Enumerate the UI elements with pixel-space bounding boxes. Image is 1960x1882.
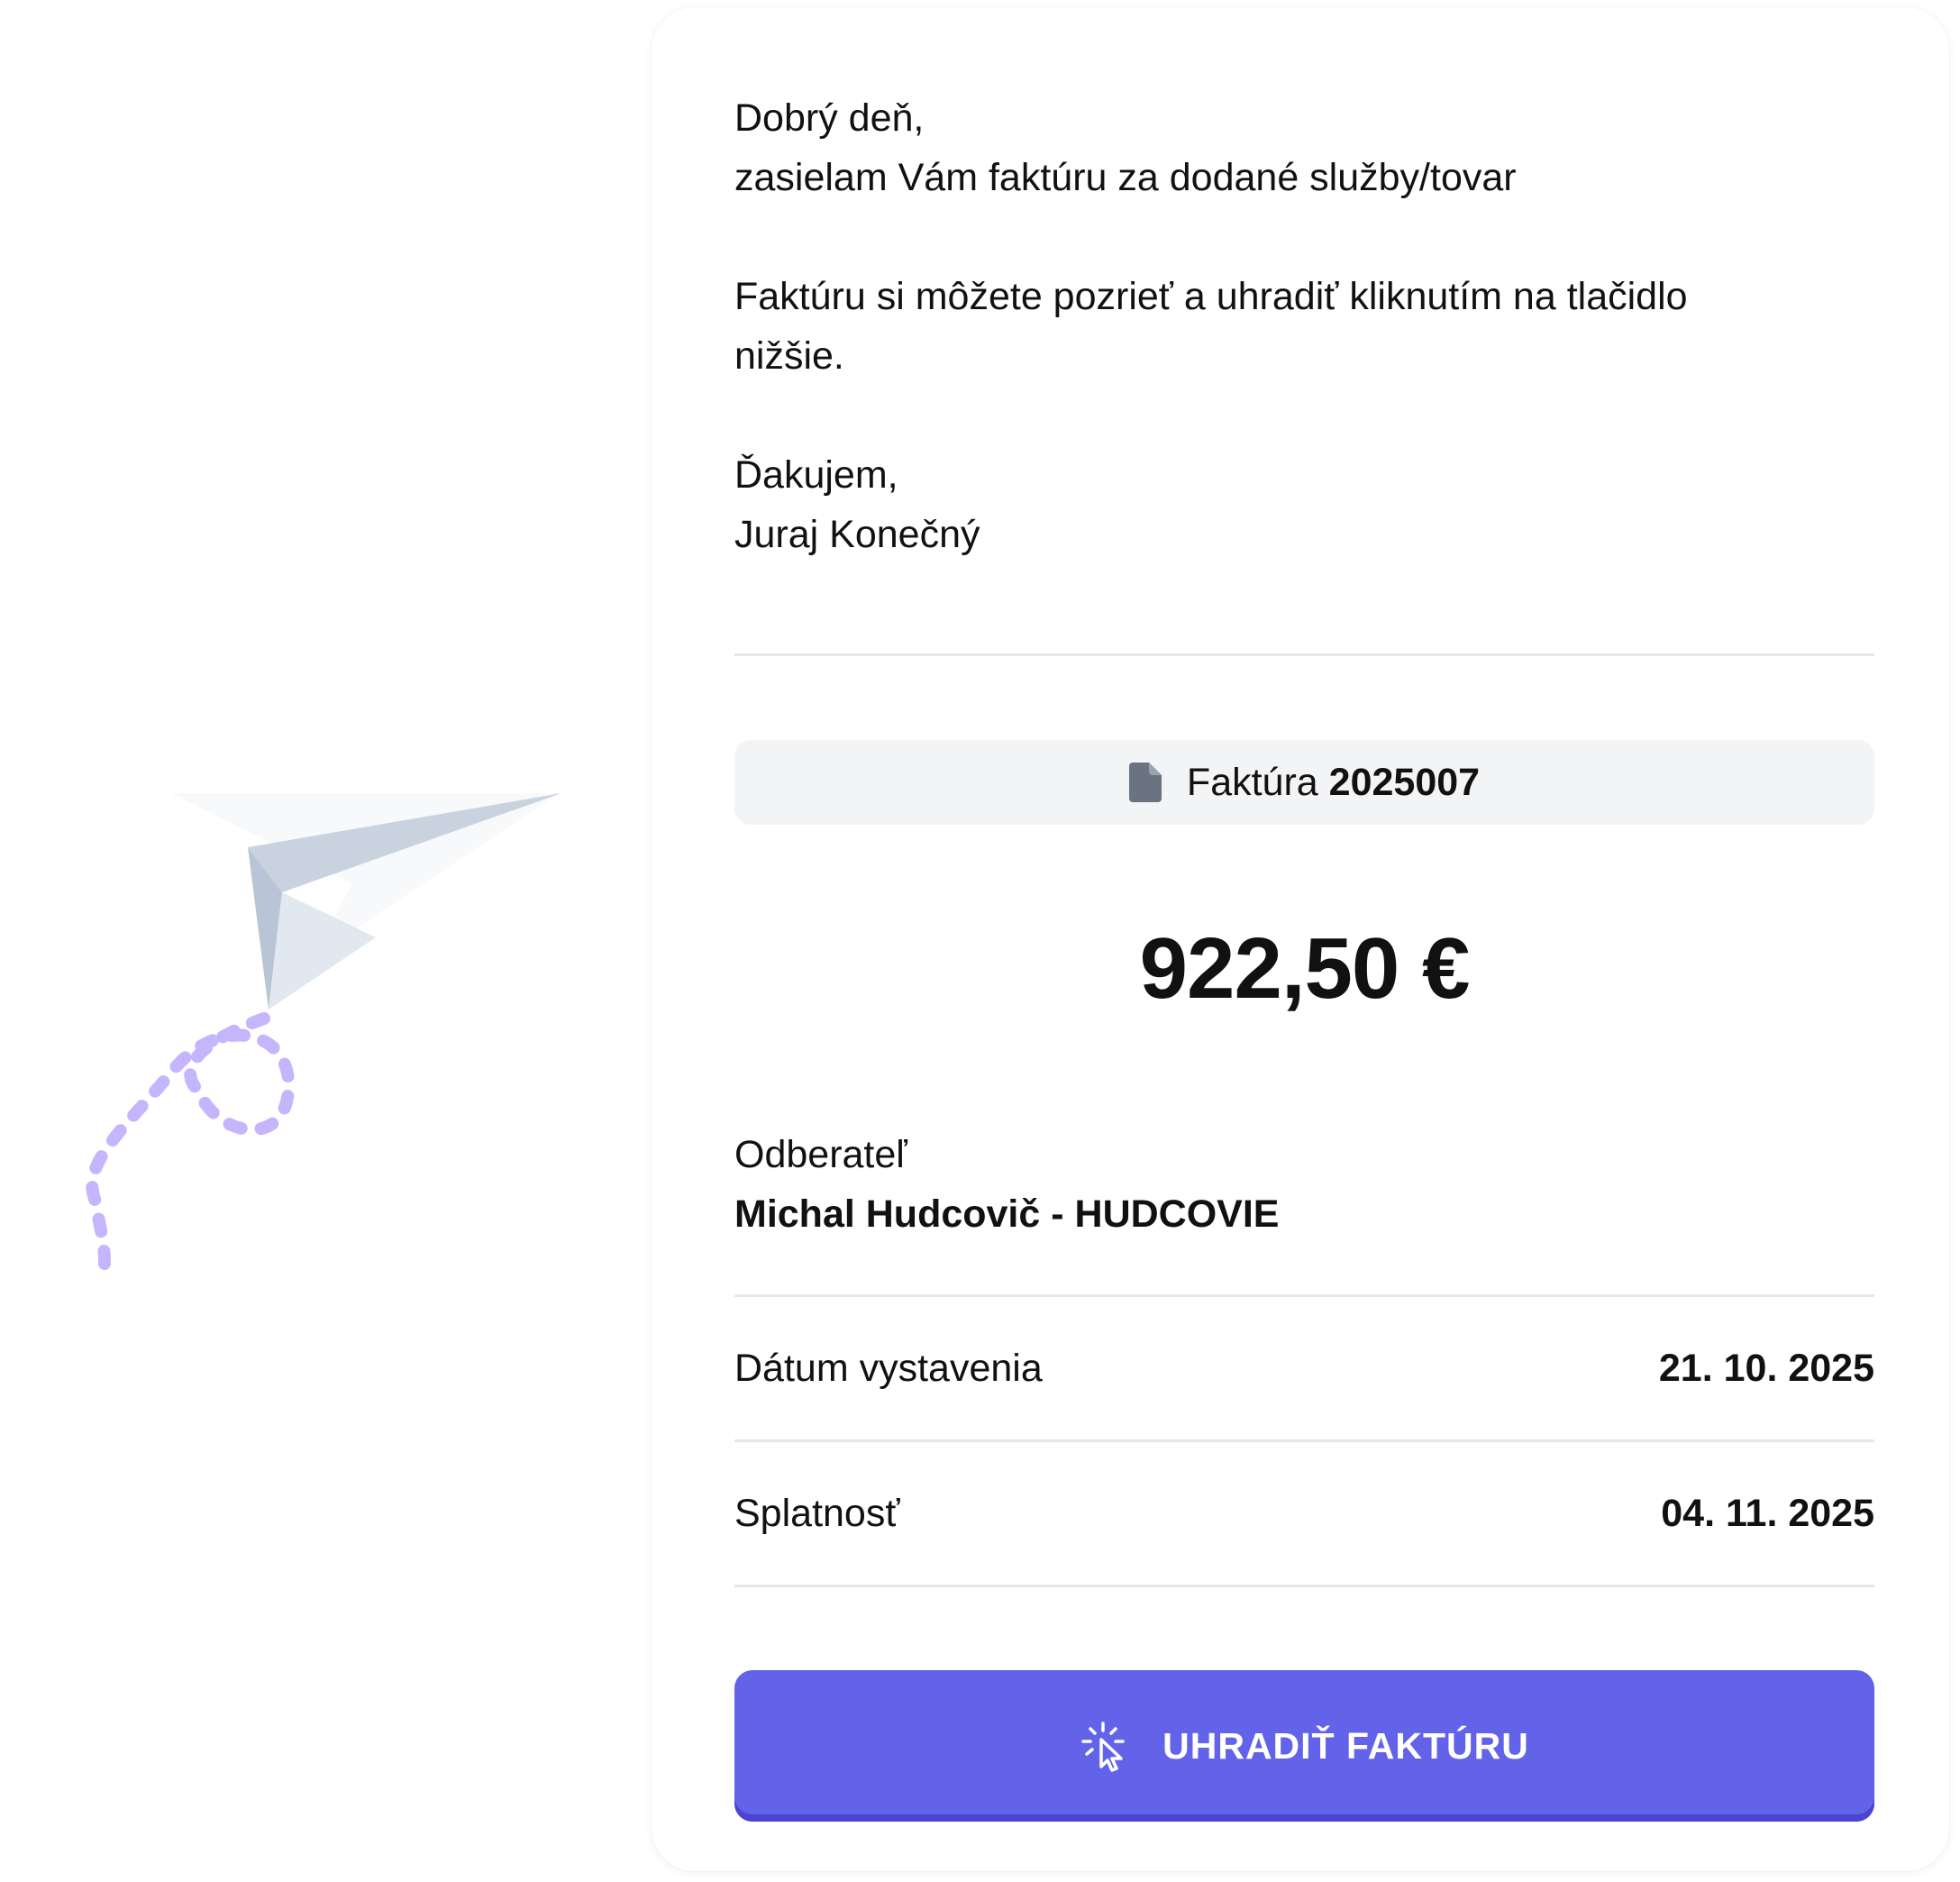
instruction-text: Faktúru si môžete pozrieť a uhradiť klik… — [734, 275, 1688, 318]
customer-label: Odberateľ — [734, 1133, 907, 1176]
issue-date-row: Dátum vystavenia 21. 10. 2025 — [734, 1297, 1874, 1439]
paper-plane-icon — [171, 793, 561, 1010]
invoice-number: 2025007 — [1328, 760, 1481, 804]
pay-invoice-button[interactable]: UHRADIŤ FAKTÚRU — [734, 1670, 1874, 1822]
invoice-title: Faktúra 2025007 — [1187, 761, 1480, 805]
invoice-link[interactable]: Faktúra 2025007 — [734, 740, 1874, 825]
pay-invoice-label: UHRADIŤ FAKTÚRU — [1162, 1724, 1529, 1767]
greeting-text: Dobrý deň, — [734, 96, 925, 140]
document-icon — [1128, 763, 1162, 802]
sender-name: Juraj Konečný — [734, 513, 980, 556]
instruction-text-cont: nižšie. — [734, 334, 844, 378]
customer-block: Odberateľ Michal Hudcovič - HUDCOVIE — [734, 1125, 1874, 1244]
customer-name: Michal Hudcovič - HUDCOVIE — [734, 1192, 1280, 1236]
click-cursor-icon — [1081, 1722, 1125, 1772]
paper-plane-illustration — [86, 793, 561, 1286]
thanks-text: Ďakujem, — [734, 453, 898, 497]
divider — [734, 653, 1874, 656]
page: Dobrý deň, zasielam Vám faktúru za dodan… — [0, 0, 1960, 1882]
invoice-email-card: Dobrý deň, zasielam Vám faktúru za dodan… — [652, 7, 1949, 1871]
email-message: Dobrý deň, zasielam Vám faktúru za dodan… — [734, 88, 1874, 564]
dashed-trail — [86, 1012, 296, 1286]
divider — [734, 1585, 1874, 1587]
issue-date-label: Dátum vystavenia — [734, 1346, 1043, 1390]
due-date-row: Splatnosť 04. 11. 2025 — [734, 1442, 1874, 1585]
invoice-amount: 922,50 € — [1139, 920, 1471, 1017]
due-date-label: Splatnosť — [734, 1491, 900, 1535]
due-date-value: 04. 11. 2025 — [1661, 1491, 1874, 1535]
issue-date-value: 21. 10. 2025 — [1658, 1346, 1874, 1390]
invoice-label: Faktúra — [1186, 760, 1318, 804]
card-content: Dobrý deň, zasielam Vám faktúru za dodan… — [734, 88, 1874, 1822]
intro-text: zasielam Vám faktúru za dodané služby/to… — [734, 156, 1517, 199]
